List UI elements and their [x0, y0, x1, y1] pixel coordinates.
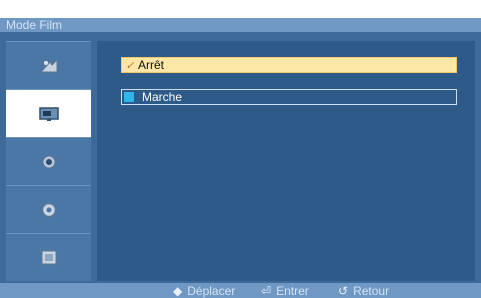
option-label: Arrêt — [138, 58, 165, 72]
sound-icon — [40, 153, 58, 171]
sidebar-item-multi-control[interactable] — [6, 233, 91, 281]
sidebar-item-screen[interactable] — [6, 89, 91, 137]
hint-back: ↺ Retour — [338, 283, 389, 298]
hint-enter-label: Entrer — [276, 283, 309, 298]
setup-icon — [40, 201, 58, 219]
sidebar-item-picture[interactable] — [6, 41, 91, 89]
sidebar-item-setup[interactable] — [6, 185, 91, 233]
picture-settings-icon — [38, 57, 60, 75]
sidebar-item-sound[interactable] — [6, 137, 91, 185]
square-bullet-icon — [124, 92, 134, 102]
options-panel: ✓ Arrêt Marche — [97, 41, 475, 281]
option-marche[interactable]: Marche — [121, 89, 457, 105]
option-label: Marche — [142, 90, 183, 104]
move-icon: ◆ — [173, 283, 183, 298]
multi-control-icon — [39, 249, 59, 267]
title-bar — [0, 18, 481, 32]
option-arret[interactable]: ✓ Arrêt — [121, 57, 457, 73]
footer-bar — [0, 283, 481, 298]
sidebar — [6, 41, 91, 281]
hint-move-label: Déplacer — [187, 283, 236, 298]
back-icon: ↺ — [338, 283, 349, 298]
menu-title: Mode Film — [6, 18, 63, 32]
check-icon: ✓ — [125, 59, 135, 72]
hint-back-label: Retour — [353, 283, 390, 298]
enter-icon: ⏎ — [261, 283, 272, 298]
hint-enter: ⏎ Entrer — [261, 283, 309, 298]
hint-move: ◆ Déplacer — [173, 283, 235, 298]
screen-icon — [38, 106, 60, 122]
